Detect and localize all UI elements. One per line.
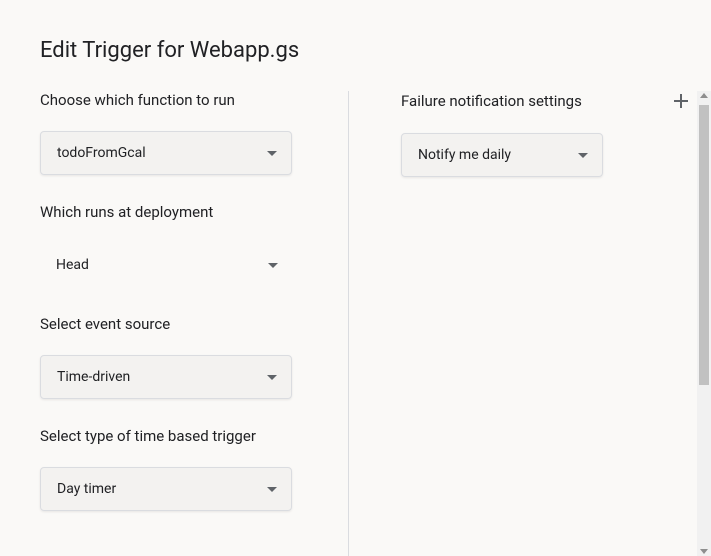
scrollbar-arrow-up-icon[interactable] — [700, 93, 708, 98]
plus-icon[interactable] — [671, 91, 691, 111]
right-column: Failure notification settings Notify me … — [349, 91, 711, 556]
event-source-section: Select event source Time-driven — [40, 315, 308, 399]
chevron-down-icon — [267, 487, 277, 492]
trigger-type-value: Day timer — [57, 481, 116, 497]
scrollbar-thumb[interactable] — [699, 105, 709, 385]
function-value: todoFromGcal — [57, 145, 146, 161]
function-label: Choose which function to run — [40, 91, 308, 109]
event-source-label: Select event source — [40, 315, 308, 333]
event-source-dropdown[interactable]: Time-driven — [40, 355, 292, 399]
trigger-type-label: Select type of time based trigger — [40, 427, 308, 445]
notification-section: Failure notification settings Notify me … — [401, 91, 691, 177]
notification-value: Notify me daily — [418, 147, 511, 163]
scrollbar-arrow-down-icon[interactable] — [700, 549, 708, 554]
trigger-type-section: Select type of time based trigger Day ti… — [40, 427, 308, 511]
event-source-value: Time-driven — [57, 369, 130, 385]
notification-label: Failure notification settings — [401, 92, 582, 110]
edit-trigger-dialog: Edit Trigger for Webapp.gs Choose which … — [0, 0, 711, 556]
chevron-down-icon — [267, 375, 277, 380]
chevron-down-icon — [267, 151, 277, 156]
chevron-down-icon — [268, 263, 278, 268]
left-column: Choose which function to run todoFromGca… — [0, 91, 348, 556]
content-wrapper: Choose which function to run todoFromGca… — [0, 91, 711, 556]
scrollbar-track[interactable] — [697, 91, 711, 556]
trigger-type-dropdown[interactable]: Day timer — [40, 467, 292, 511]
notification-dropdown[interactable]: Notify me daily — [401, 133, 603, 177]
deployment-dropdown[interactable]: Head — [40, 243, 292, 287]
chevron-down-icon — [578, 153, 588, 158]
deployment-section: Which runs at deployment Head — [40, 203, 308, 287]
deployment-label: Which runs at deployment — [40, 203, 308, 221]
function-section: Choose which function to run todoFromGca… — [40, 91, 308, 175]
deployment-value: Head — [56, 257, 89, 273]
function-dropdown[interactable]: todoFromGcal — [40, 131, 292, 175]
notification-header-row: Failure notification settings — [401, 91, 691, 111]
dialog-title: Edit Trigger for Webapp.gs — [0, 0, 711, 91]
